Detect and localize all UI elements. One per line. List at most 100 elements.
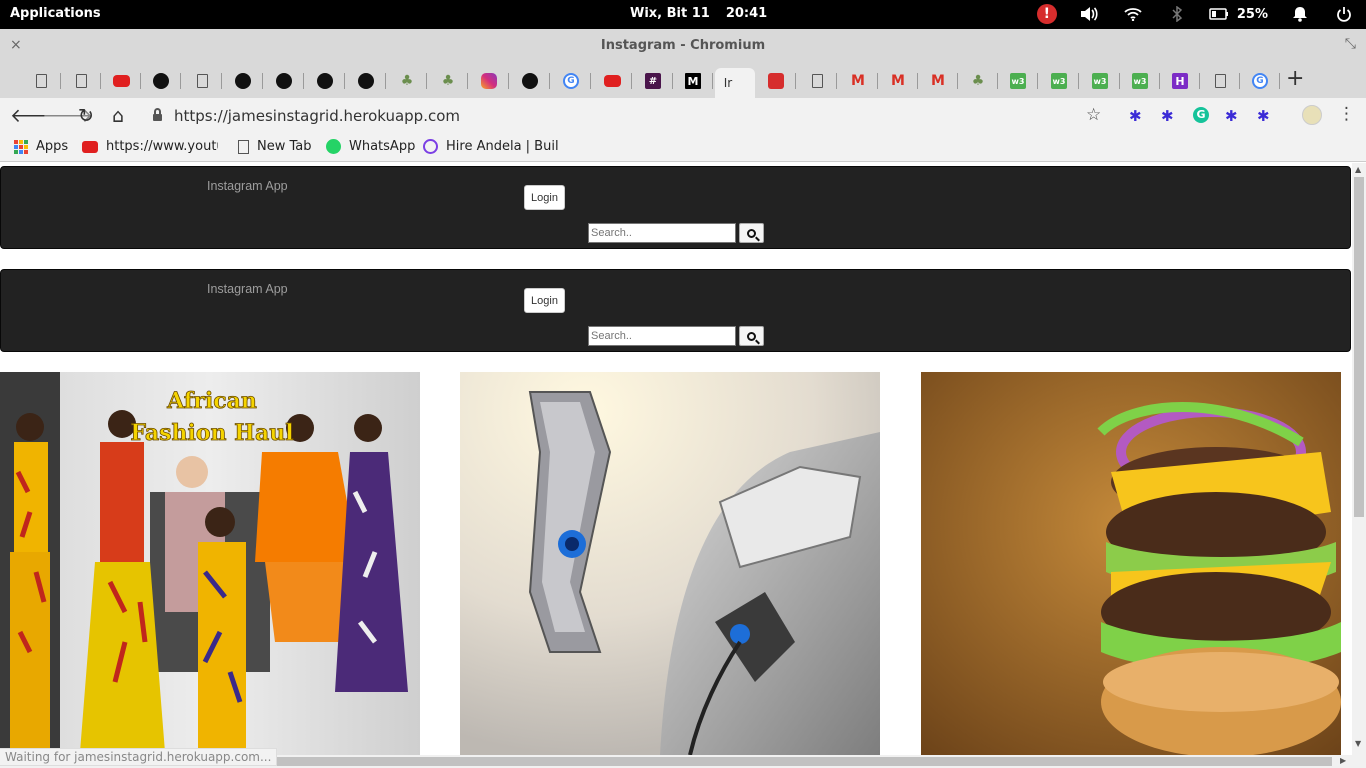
browser-tab[interactable] <box>21 68 61 94</box>
slack-icon: # <box>645 73 661 89</box>
browser-tab[interactable]: G <box>551 68 591 94</box>
doc-icon <box>1214 74 1226 88</box>
bookmark-label: WhatsApp <box>349 139 416 154</box>
new-tab-button[interactable]: + <box>1286 66 1304 91</box>
browser-tab[interactable] <box>141 68 181 94</box>
tree-icon: ♣ <box>971 73 985 89</box>
battery-indicator[interactable]: 25% <box>1209 7 1268 22</box>
window-title-bar: × Instagram - Chromium ⤡ <box>0 29 1366 62</box>
browser-tab[interactable]: ♣ <box>958 68 998 94</box>
browser-tab[interactable]: M <box>673 68 713 94</box>
bookmark-andela[interactable]: Hire Andela | Build <box>423 139 558 154</box>
tab-strip: ✕ + ♣♣G#MIrMMM♣w3w3w3w3HG <box>0 62 1366 98</box>
bookmark-label: Apps <box>36 139 69 154</box>
bookmark-star-icon[interactable]: ☆ <box>1086 105 1101 125</box>
browser-tab[interactable] <box>346 68 386 94</box>
doc-icon <box>75 74 87 88</box>
browser-tab[interactable] <box>61 68 101 94</box>
photo-fashion-haul[interactable]: African Fashion Haul <box>0 372 420 755</box>
search-input[interactable] <box>588 223 736 243</box>
volume-icon[interactable] <box>1077 4 1101 24</box>
login-button[interactable]: Login <box>524 185 565 210</box>
browser-tab[interactable]: w3 <box>1120 68 1160 94</box>
scroll-right-icon[interactable]: ▶ <box>1340 756 1346 765</box>
doc-icon <box>35 74 47 88</box>
vertical-scrollbar[interactable]: ▲ ▼ <box>1352 163 1366 755</box>
vertical-scrollbar-thumb[interactable] <box>1354 177 1364 517</box>
forward-button[interactable]: 🡒 <box>42 104 93 128</box>
home-button[interactable]: ⌂ <box>106 104 130 128</box>
browser-tab[interactable]: w3 <box>998 68 1038 94</box>
window-maximize-icon[interactable]: ⤡ <box>1345 36 1356 52</box>
clock[interactable]: Wix, Bit 11 20:41 <box>630 6 767 21</box>
bluetooth-icon[interactable] <box>1165 4 1189 24</box>
search-button[interactable] <box>739 326 764 346</box>
tab-separator <box>795 73 796 89</box>
browser-menu-icon[interactable]: ⋮ <box>1338 104 1355 124</box>
wifi-icon[interactable] <box>1121 4 1145 24</box>
profile-avatar[interactable] <box>1302 105 1322 125</box>
alert-icon[interactable]: ! <box>1036 4 1057 24</box>
tab-separator <box>508 73 509 89</box>
browser-tab[interactable] <box>264 68 304 94</box>
bookmark-new-tab[interactable]: New Tab <box>238 139 312 154</box>
search-input[interactable] <box>588 326 736 346</box>
bookmark-youtube[interactable]: https://www.youtube <box>82 139 218 154</box>
browser-tab[interactable]: w3 <box>1039 68 1079 94</box>
photo-ev-charger[interactable] <box>460 372 880 755</box>
browser-tab[interactable]: ♣ <box>428 68 468 94</box>
scroll-up-icon[interactable]: ▲ <box>1355 165 1361 174</box>
power-icon[interactable] <box>1332 4 1356 24</box>
browser-tab[interactable] <box>510 68 550 94</box>
browser-tab[interactable] <box>1200 68 1240 94</box>
browser-tab[interactable] <box>469 68 509 94</box>
applications-menu[interactable]: Applications <box>10 6 101 21</box>
apps-grid-icon <box>14 139 28 154</box>
browser-tab[interactable]: M <box>918 68 958 94</box>
gmail-icon: M <box>891 73 905 89</box>
browser-tab[interactable]: ♣ <box>387 68 427 94</box>
browser-tab[interactable]: G <box>1240 68 1280 94</box>
w3-icon: w3 <box>1010 73 1026 89</box>
browser-tab[interactable]: H <box>1160 68 1200 94</box>
tab-separator <box>1279 73 1280 89</box>
youtube-icon <box>82 140 98 153</box>
extension-puzzle-icon[interactable]: ✱ <box>1129 107 1145 125</box>
github-icon <box>358 73 374 89</box>
browser-tab[interactable] <box>182 68 222 94</box>
time-label: 20:41 <box>725 6 768 21</box>
brand-link[interactable]: Instagram App <box>207 282 288 296</box>
search-button[interactable] <box>739 223 764 243</box>
bookmark-apps[interactable]: Apps <box>14 139 68 154</box>
grammarly-icon[interactable]: G <box>1193 107 1209 123</box>
github-icon <box>235 73 251 89</box>
browser-tab[interactable]: w3 <box>1080 68 1120 94</box>
tab-separator <box>549 73 550 89</box>
youtube-icon <box>603 75 621 87</box>
photo-burger[interactable] <box>921 372 1341 755</box>
browser-tab[interactable]: # <box>633 68 673 94</box>
browser-tab[interactable] <box>101 68 141 94</box>
browser-tab[interactable] <box>223 68 263 94</box>
browser-tab[interactable] <box>756 68 796 94</box>
extension-puzzle-icon[interactable]: ✱ <box>1225 107 1241 125</box>
window-title: Instagram - Chromium <box>600 38 766 53</box>
extension-puzzle-icon[interactable]: ✱ <box>1161 107 1177 125</box>
brand-link[interactable]: Instagram App <box>207 179 288 193</box>
browser-tab[interactable] <box>797 68 837 94</box>
back-button[interactable]: 🡐 <box>10 104 61 128</box>
scroll-down-icon[interactable]: ▼ <box>1355 739 1361 748</box>
lock-icon[interactable] <box>153 108 162 121</box>
address-bar[interactable]: https://jamesinstagrid.herokuapp.com <box>174 107 460 125</box>
bookmark-whatsapp[interactable]: WhatsApp <box>326 139 415 154</box>
reload-button[interactable]: ↻ <box>74 104 98 128</box>
notification-bell-icon[interactable] <box>1288 4 1312 24</box>
browser-tab[interactable] <box>305 68 345 94</box>
tree-icon: ♣ <box>400 73 414 89</box>
login-button[interactable]: Login <box>524 288 565 313</box>
extension-puzzle-icon[interactable]: ✱ <box>1257 107 1273 125</box>
browser-tab[interactable] <box>592 68 632 94</box>
browser-tab[interactable]: Ir <box>715 68 755 98</box>
browser-tab[interactable]: M <box>878 68 918 94</box>
browser-tab[interactable]: M <box>838 68 878 94</box>
